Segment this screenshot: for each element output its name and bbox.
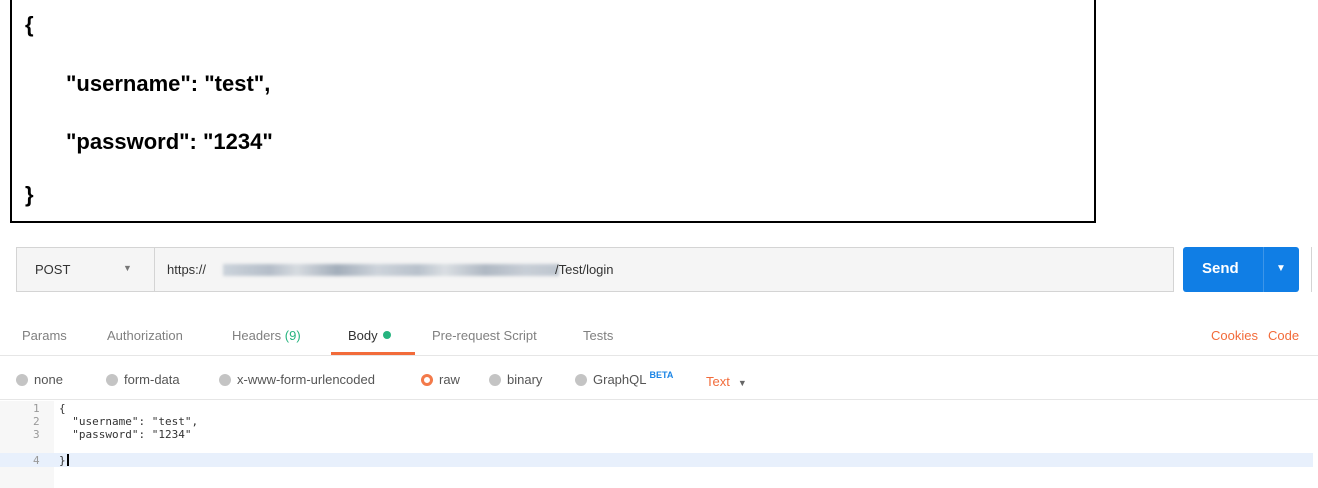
radio-label: GraphQL: [593, 372, 647, 387]
radio-label: x-www-form-urlencoded: [237, 372, 375, 387]
code-editor[interactable]: 1 { 2 "username": "test", 3 "password": …: [0, 401, 1318, 488]
code-line: 3 "password": "1234": [0, 428, 1318, 441]
chevron-down-icon: ▼: [737, 378, 747, 388]
request-tabs: Params Authorization Headers (9) Body Pr…: [0, 320, 1318, 355]
radio-x-www-form-urlencoded[interactable]: x-www-form-urlencoded: [219, 372, 375, 387]
method-label: POST: [35, 262, 71, 277]
send-button[interactable]: Send ▼: [1183, 247, 1299, 292]
url-input[interactable]: https:// /Test/login: [154, 247, 1174, 292]
send-label: Send: [1202, 260, 1239, 277]
json-line: "password": "1234": [66, 129, 273, 154]
tab-params[interactable]: Params: [22, 328, 67, 343]
tab-headers[interactable]: Headers (9): [232, 328, 301, 343]
json-line: }: [25, 182, 34, 207]
radio-circle-icon: [219, 374, 231, 386]
radio-selected-icon: [421, 374, 433, 386]
divider: [0, 399, 1318, 400]
radio-form-data[interactable]: form-data: [106, 372, 180, 387]
headers-count-badge: (9): [284, 328, 301, 343]
redacted-host: [223, 264, 559, 276]
code-link[interactable]: Code: [1268, 328, 1299, 343]
divider: [0, 355, 1318, 356]
radio-label: raw: [439, 372, 460, 387]
radio-label: form-data: [124, 372, 180, 387]
code-text: {: [59, 402, 66, 415]
tab-body-label: Body: [348, 328, 378, 343]
radio-label: none: [34, 372, 63, 387]
tab-authorization[interactable]: Authorization: [107, 328, 183, 343]
cookies-link[interactable]: Cookies: [1211, 328, 1258, 343]
radio-circle-icon: [575, 374, 587, 386]
body-indicator-dot-icon: [382, 331, 391, 339]
json-line: {: [25, 12, 34, 37]
tab-headers-label: Headers: [232, 328, 282, 343]
radio-label: binary: [507, 372, 543, 387]
code-text: "username": "test",: [59, 415, 199, 428]
code-line: 4 }: [0, 454, 1318, 467]
url-path: /Test/login: [555, 262, 614, 277]
code-text: }: [59, 454, 66, 467]
url-prefix: https://: [167, 262, 207, 277]
panel-edge: [1311, 247, 1312, 292]
tab-body[interactable]: Body: [348, 328, 391, 343]
content-type-select[interactable]: Text ▼: [706, 374, 747, 389]
code-text: "password": "1234": [59, 428, 192, 441]
radio-binary[interactable]: binary: [489, 372, 542, 387]
radio-circle-icon: [16, 374, 28, 386]
content-type-label: Text: [706, 374, 730, 389]
method-select[interactable]: POST ▼: [16, 247, 154, 292]
chevron-down-icon: ▼: [123, 263, 132, 273]
json-snippet-box: { "username": "test", "password": "1234"…: [10, 0, 1096, 223]
body-type-options: none form-data x-www-form-urlencoded raw…: [0, 370, 1318, 390]
line-number: 2: [33, 415, 40, 428]
radio-raw[interactable]: raw: [421, 372, 460, 387]
tab-tests[interactable]: Tests: [583, 328, 613, 343]
radio-circle-icon: [106, 374, 118, 386]
radio-graphql[interactable]: GraphQL BETA: [575, 370, 674, 387]
send-divider: [1263, 247, 1264, 292]
text-cursor: [67, 454, 69, 466]
request-panel: POST ▼ https:// /Test/login Send ▼ Param…: [0, 232, 1318, 488]
code-line: 2 "username": "test",: [0, 415, 1318, 428]
tab-pre-request-script[interactable]: Pre-request Script: [432, 328, 537, 343]
json-line: "username": "test",: [66, 71, 271, 96]
beta-badge: BETA: [649, 370, 674, 380]
code-line: 1 {: [0, 402, 1318, 415]
send-options-chevron-icon[interactable]: ▼: [1276, 263, 1286, 274]
radio-circle-icon: [489, 374, 501, 386]
line-number: 4: [33, 454, 40, 467]
line-number: 3: [33, 428, 40, 441]
line-number: 1: [33, 402, 40, 415]
radio-none[interactable]: none: [16, 372, 63, 387]
